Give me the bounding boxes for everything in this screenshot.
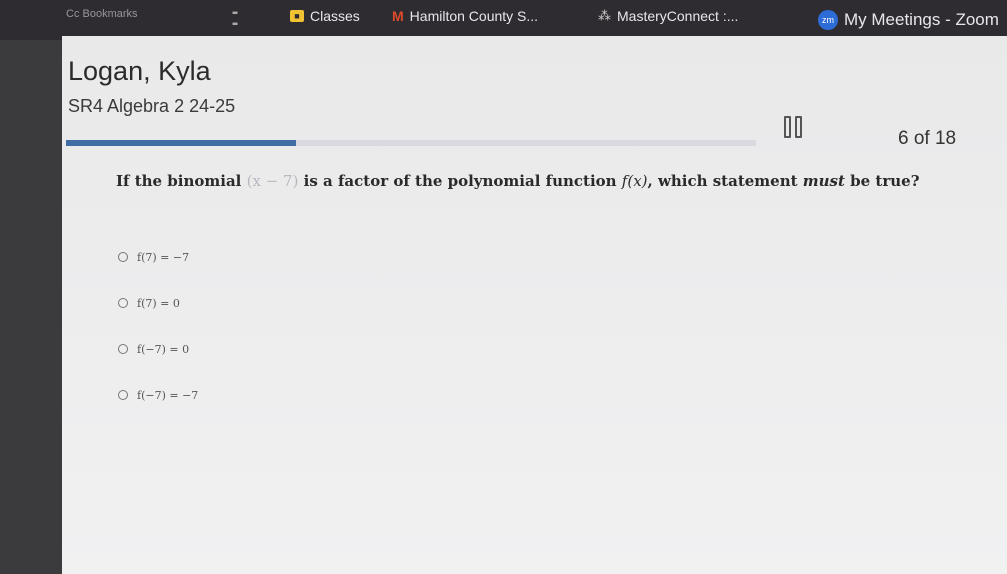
question-middle: is a factor of the polynomial function	[298, 172, 622, 190]
bookmark-classes[interactable]: ■ Classes	[290, 8, 360, 24]
bookmarks-bar: Cc Bookmarks ▪▪ ▪▪ ■ Classes M Hamilton C…	[0, 0, 1007, 40]
answer-choice-label: f(−7) = −7	[137, 388, 199, 402]
bookmark-label: MasteryConnect :...	[617, 8, 739, 24]
pause-button[interactable]	[784, 116, 806, 138]
answer-choice-label: f(−7) = 0	[137, 342, 190, 356]
answer-choice-b[interactable]: f(7) = 0	[118, 292, 198, 314]
answer-choice-c[interactable]: f(−7) = 0	[118, 338, 198, 360]
bookmark-zoom[interactable]: zm My Meetings - Zoom	[818, 10, 999, 30]
question-prefix: If the binomial	[116, 172, 242, 190]
zoom-icon: zm	[818, 10, 838, 30]
radio-button[interactable]	[118, 344, 128, 354]
course-name: SR4 Algebra 2 24-25	[68, 96, 236, 116]
progress-bar-fill	[66, 140, 296, 146]
question-emphasis: must	[802, 172, 845, 190]
hamilton-county-icon: M	[392, 8, 404, 24]
question-suffix: , which statement	[647, 172, 803, 190]
answer-choice-label: f(7) = 0	[137, 296, 180, 310]
bookmark-label: My Meetings - Zoom	[844, 10, 999, 29]
student-name: Logan, Kyla	[68, 56, 211, 86]
progress-bar	[66, 140, 756, 146]
radio-button[interactable]	[118, 298, 128, 308]
apps-button[interactable]: ▪▪ ▪▪	[232, 8, 238, 30]
bookmark-cc[interactable]: Cc Bookmarks	[66, 8, 138, 20]
bookmark-label: Cc Bookmarks	[66, 8, 138, 20]
question-counter: 6 of 18	[898, 128, 957, 149]
pause-icon-bar	[795, 116, 802, 138]
pause-icon	[784, 116, 791, 138]
bookmark-masteryconnect[interactable]: ⁂ MasteryConnect :...	[598, 8, 738, 24]
question-binomial: (x − 7)	[246, 172, 299, 190]
assessment-page: Logan, Kyla SR4 Algebra 2 24-25 6 of 18 …	[62, 36, 1007, 574]
answer-choice-a[interactable]: f(7) = −7	[118, 246, 198, 268]
question-function: f(x)	[621, 172, 648, 190]
question-text: If the binomial (x − 7) is a factor of t…	[116, 172, 919, 190]
answer-choice-label: f(7) = −7	[137, 250, 190, 264]
radio-button[interactable]	[118, 390, 128, 400]
answer-choice-d[interactable]: f(−7) = −7	[118, 384, 198, 406]
masteryconnect-icon: ⁂	[598, 8, 611, 23]
bookmark-label: Classes	[310, 8, 360, 24]
classes-icon: ■	[290, 10, 304, 22]
bookmark-hamilton-county[interactable]: M Hamilton County S...	[392, 8, 538, 24]
bookmark-label: Hamilton County S...	[409, 8, 539, 24]
question-suffix-end: be true?	[844, 172, 920, 190]
apps-icon: ▪▪ ▪▪	[232, 8, 238, 30]
radio-button[interactable]	[118, 252, 128, 262]
answer-choices: f(7) = −7 f(7) = 0 f(−7) = 0 f(−7) = −7	[118, 246, 198, 430]
